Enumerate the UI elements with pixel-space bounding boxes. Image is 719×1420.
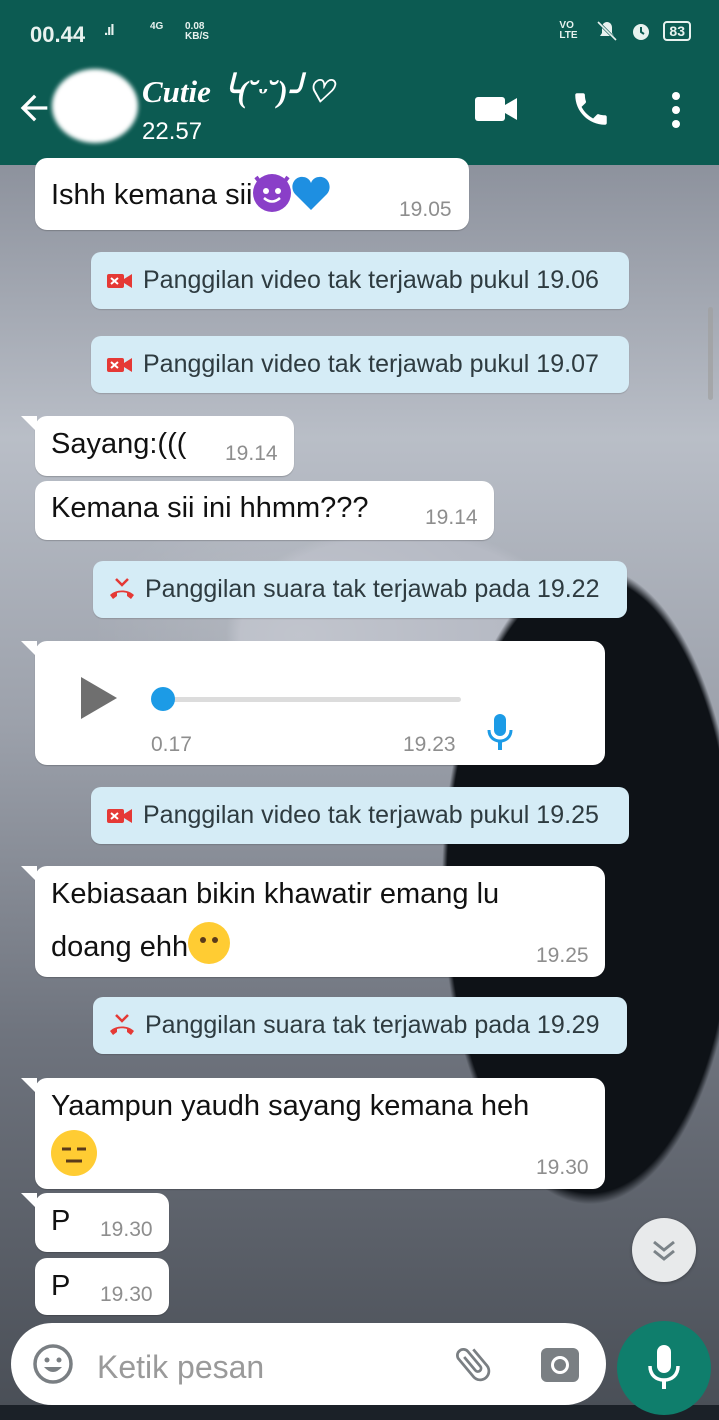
message-text: Sayang:((( — [51, 428, 187, 460]
missed-video-call-icon — [107, 809, 132, 823]
voice-duration: 0.17 — [151, 733, 192, 756]
battery-indicator: 83 — [663, 21, 691, 41]
incoming-message[interactable]: Sayang:((( 19.14 — [21, 416, 294, 476]
emoji-icon[interactable] — [31, 1342, 75, 1386]
message-text-content: Ishh kemana sii — [51, 179, 253, 211]
incoming-message[interactable]: Ishh kemana sii 19.05 — [35, 158, 469, 230]
message-text: Kemana sii ini hhmm??? — [51, 492, 369, 524]
missed-voice-call-icon — [110, 1014, 134, 1035]
double-chevron-down-icon — [653, 1240, 675, 1261]
mute-icon — [597, 20, 618, 42]
missed-call-notice: Panggilan video tak terjawab pukul 19.25 — [91, 787, 629, 844]
message-text-line1: Kebiasaan bikin khawatir emang lu — [51, 878, 500, 910]
expressionless-face-emoji — [51, 1130, 97, 1176]
missed-call-text: Panggilan suara tak terjawab pada 19.29 — [145, 1011, 600, 1039]
incoming-message[interactable]: Kemana sii ini hhmm??? 19.14 — [35, 481, 494, 540]
message-time: 19.30 — [100, 1218, 153, 1241]
smiling-devil-emoji — [252, 174, 291, 212]
message-time: 19.30 — [100, 1283, 153, 1306]
voice-message[interactable]: 0.17 19.23 — [21, 641, 605, 765]
more-options-icon[interactable] — [668, 90, 684, 135]
incoming-message[interactable]: Yaampun yaudh sayang kemana heh 19.30 — [21, 1078, 605, 1189]
incoming-message[interactable]: P 19.30 — [21, 1193, 169, 1252]
status-icons: VO LTE 83 — [559, 19, 691, 43]
message-time: 19.14 — [225, 442, 278, 465]
message-text: P — [51, 1205, 71, 1237]
missed-call-notice: Panggilan video tak terjawab pukul 19.07 — [91, 336, 629, 393]
missed-call-text: Panggilan suara tak terjawab pada 19.22 — [145, 575, 600, 603]
camera-icon[interactable] — [539, 1343, 581, 1385]
missed-call-text: Panggilan video tak terjawab pukul 19.07 — [143, 350, 599, 378]
status-bar: 00.44 .ıl 4G 0.08 KB/S VO LTE 83 — [0, 0, 719, 54]
last-seen: 22.57 — [142, 118, 203, 145]
message-time: 19.25 — [536, 944, 589, 967]
contact-name[interactable]: Cutie ╰(˘ᵕ˘)╯♡ — [142, 74, 334, 110]
video-call-icon[interactable] — [474, 92, 518, 131]
play-icon[interactable] — [79, 675, 119, 721]
message-text-line2: doang ehh — [51, 922, 231, 964]
message-time: 19.30 — [536, 1156, 589, 1179]
incoming-message[interactable]: Kebiasaan bikin khawatir emang lu doang … — [21, 866, 605, 977]
message-time: 19.05 — [399, 198, 452, 221]
hushed-face-emoji — [188, 922, 231, 964]
missed-call-notice: Panggilan video tak terjawab pukul 19.06 — [91, 252, 629, 309]
voice-call-icon[interactable] — [570, 88, 612, 135]
back-arrow-icon[interactable] — [14, 88, 54, 134]
speed-unit: KB/S — [185, 31, 209, 42]
missed-call-notice: Panggilan suara tak terjawab pada 19.29 — [93, 997, 627, 1054]
missed-call-text: Panggilan video tak terjawab pukul 19.25 — [143, 801, 599, 829]
alarm-icon — [633, 24, 650, 40]
message-text: Ishh kemana sii — [51, 174, 331, 212]
attachment-icon[interactable] — [451, 1342, 495, 1386]
mic-icon — [648, 1345, 680, 1389]
voice-record-button[interactable] — [617, 1321, 711, 1415]
message-text: P — [51, 1270, 71, 1302]
missed-call-notice: Panggilan suara tak terjawab pada 19.22 — [93, 561, 627, 618]
voice-progress-thumb[interactable] — [151, 687, 175, 711]
message-time: 19.14 — [425, 506, 478, 529]
message-input[interactable]: Ketik pesan — [97, 1349, 264, 1386]
network-speed: 0.08 KB/S — [185, 22, 209, 42]
chat-scrollbar[interactable] — [708, 307, 713, 400]
voice-progress-track[interactable] — [155, 697, 461, 702]
message-time: 19.23 — [403, 733, 456, 756]
message-text-line1: Yaampun yaudh sayang kemana heh — [51, 1090, 530, 1122]
network-indicator: 4G — [150, 22, 163, 32]
missed-voice-call-icon — [110, 578, 134, 599]
status-time: 00.44 — [30, 22, 86, 47]
network-type: 4G — [150, 21, 164, 32]
chat-header: Cutie ╰(˘ᵕ˘)╯♡ 22.57 — [0, 54, 719, 165]
incoming-message[interactable]: P 19.30 — [35, 1258, 169, 1315]
blue-heart-emoji — [291, 176, 330, 210]
message-composer[interactable]: Ketik pesan — [11, 1323, 606, 1405]
missed-video-call-icon — [107, 274, 132, 288]
mic-icon — [487, 714, 513, 750]
scroll-to-bottom-button[interactable] — [632, 1218, 696, 1282]
missed-call-text: Panggilan video tak terjawab pukul 19.06 — [143, 266, 599, 294]
missed-video-call-icon — [107, 358, 132, 372]
signal-icon: .ıl — [104, 22, 114, 39]
message-text-content: doang ehh — [51, 931, 189, 963]
volte-icon: VO LTE — [559, 20, 578, 41]
contact-avatar[interactable] — [52, 69, 138, 143]
